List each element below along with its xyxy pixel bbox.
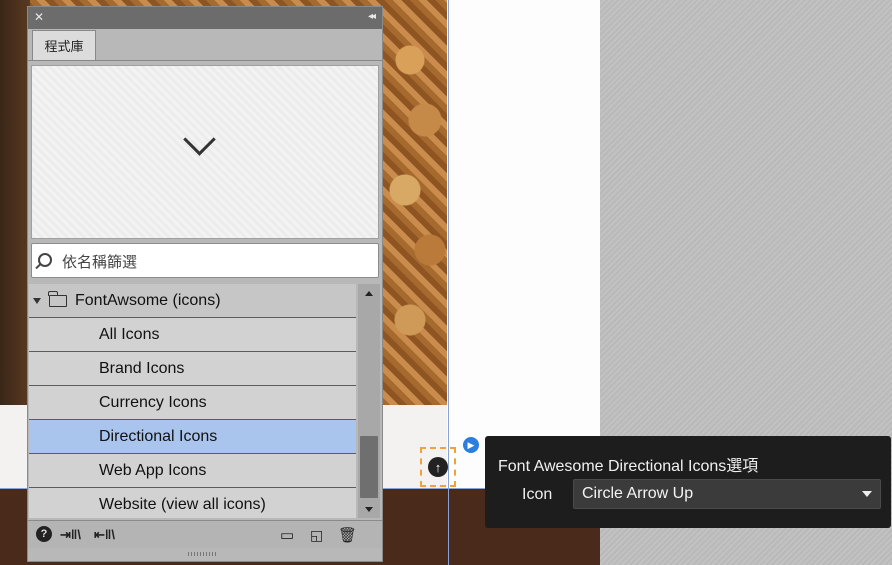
folder-fontawesome[interactable]: FontAwsome (icons) — [29, 284, 356, 318]
popup-title: Font Awesome Directional Icons選項 — [498, 458, 759, 475]
collapse-panel-icon[interactable]: ◂◂ — [368, 11, 376, 22]
icon-label: Icon — [522, 486, 553, 503]
list-item[interactable]: Brand Icons — [29, 352, 356, 386]
scroll-down-arrow-icon[interactable] — [358, 502, 380, 516]
folder-icon — [48, 290, 67, 307]
panel-header: ✕ ◂◂ — [28, 7, 382, 29]
list-scrollbar[interactable] — [358, 284, 380, 518]
tab-library[interactable]: 程式庫 — [32, 30, 96, 60]
list-item-selected[interactable]: Directional Icons — [29, 420, 356, 454]
new-item-icon[interactable]: ◱ — [310, 526, 323, 544]
question-circle-icon[interactable]: ? — [36, 526, 52, 542]
folder-label: FontAwsome (icons) — [75, 291, 221, 309]
scroll-thumb[interactable] — [360, 436, 378, 498]
panel-toolbar: ? ⇥‖\ ⇤‖\ ▭ ◱ 🗑 — [28, 520, 382, 548]
import-library-icon[interactable]: ⇥‖\ — [60, 526, 81, 544]
close-icon[interactable]: ✕ — [34, 10, 44, 24]
export-library-icon[interactable]: ⇤‖\ — [94, 526, 115, 544]
library-panel: ✕ ◂◂ 程式庫 FontAwsome (icons) All Icons Br… — [27, 6, 383, 562]
filter-input[interactable] — [60, 250, 364, 274]
list-item[interactable]: Web App Icons — [29, 454, 356, 488]
icon-select[interactable]: Circle Arrow Up — [573, 479, 881, 509]
selected-icon-element[interactable]: ↑ — [420, 447, 456, 487]
icon-options-popup: Font Awesome Directional Icons選項 Icon Ci… — [485, 436, 891, 528]
chevron-down-icon — [183, 123, 216, 156]
dropdown-arrow-icon — [862, 491, 872, 497]
list-item[interactable]: Website (view all icons) — [29, 488, 356, 518]
icon-select-value: Circle Arrow Up — [582, 485, 694, 502]
filter-search-box — [31, 243, 379, 278]
list-item[interactable]: Currency Icons — [29, 386, 356, 420]
item-preview — [31, 65, 379, 239]
library-list: FontAwsome (icons) All Icons Brand Icons… — [29, 284, 356, 518]
search-icon — [38, 253, 52, 267]
circle-arrow-up-icon: ↑ — [428, 457, 448, 477]
photo-edge — [0, 0, 30, 405]
properties-toggle-icon[interactable]: ▶ — [463, 437, 479, 453]
trash-icon[interactable]: 🗑 — [338, 526, 357, 544]
panel-resize-grip[interactable] — [188, 552, 218, 556]
new-folder-icon[interactable]: ▭ — [280, 526, 294, 544]
list-item[interactable]: All Icons — [29, 318, 356, 352]
disclosure-triangle-icon[interactable] — [33, 297, 41, 304]
tab-divider — [28, 60, 382, 61]
scroll-up-arrow-icon[interactable] — [358, 286, 380, 300]
